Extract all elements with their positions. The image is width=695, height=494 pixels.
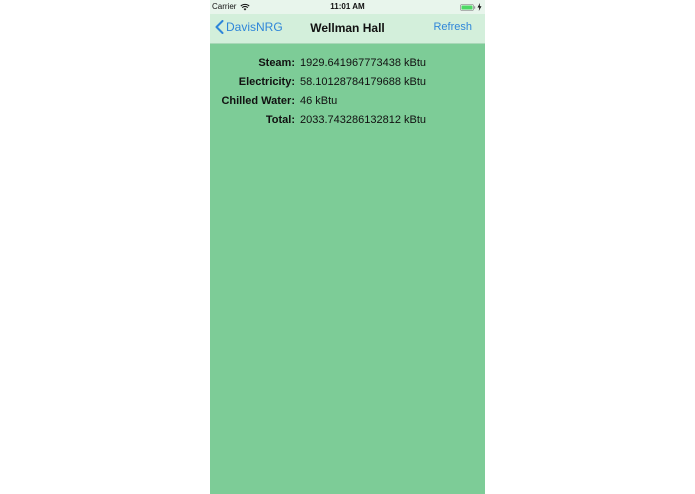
energy-row-electricity: Electricity: 58.10128784179688 kBtu: [210, 72, 485, 91]
total-value: 2033.743286132812 kBtu: [300, 113, 427, 126]
battery-icon: [460, 3, 476, 11]
status-time: 11:01 AM: [330, 2, 365, 11]
charging-bolt-icon: [477, 3, 482, 11]
steam-value: 1929.641967773438 kBtu: [300, 56, 427, 69]
battery-indicator: [460, 3, 482, 11]
chilled-water-label: Chilled Water:: [221, 94, 295, 107]
navigation-bar: DavisNRG Wellman Hall Refresh: [210, 14, 485, 44]
energy-row-steam: Steam: 1929.641967773438 kBtu: [210, 53, 485, 72]
electricity-value: 58.10128784179688 kBtu: [300, 75, 427, 88]
chilled-water-value: 46 kBtu: [300, 94, 338, 107]
energy-row-chilled-water: Chilled Water: 46 kBtu: [210, 91, 485, 110]
energy-row-total: Total: 2033.743286132812 kBtu: [210, 110, 485, 129]
electricity-label: Electricity:: [238, 75, 295, 88]
total-label: Total:: [265, 113, 295, 126]
energy-list: Steam: 1929.641967773438 kBtu Electricit…: [210, 53, 485, 129]
refresh-button[interactable]: Refresh: [433, 21, 472, 33]
app-screen: Carrier 11:01 AM DavisNRG Wellman Hall R…: [210, 0, 485, 494]
steam-label: Steam:: [258, 56, 295, 69]
status-bar: Carrier 11:01 AM: [210, 0, 485, 14]
